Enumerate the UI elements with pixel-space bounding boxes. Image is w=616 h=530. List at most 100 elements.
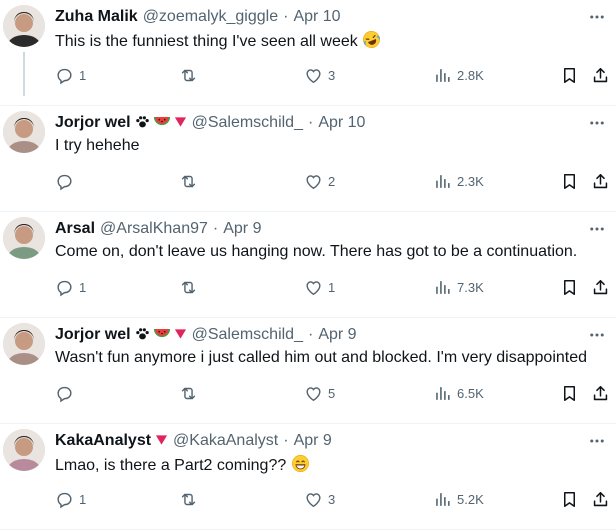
avatar[interactable]	[3, 217, 45, 259]
views-count: 5.2K	[457, 491, 484, 507]
views-count: 7.3K	[457, 279, 484, 295]
reply-tweet[interactable]: Arsal @ArsalKhan97 · Apr 9 Come on, don't le…	[0, 212, 616, 318]
reply-text: I try hehehe	[55, 137, 140, 154]
bookmark-icon	[560, 66, 579, 85]
action-bar: 1 3 5.2K	[55, 488, 608, 510]
paw-icon	[135, 327, 150, 344]
more-options-icon[interactable]	[588, 8, 606, 26]
post-date[interactable]: Apr 9	[294, 432, 332, 450]
like-count: 1	[328, 279, 336, 295]
user-handle[interactable]: @ArsalKhan97	[100, 220, 208, 238]
reply-icon	[55, 172, 74, 191]
avatar[interactable]	[3, 429, 45, 471]
name-badges	[135, 115, 187, 132]
repost-button[interactable]	[179, 488, 203, 510]
reply-button[interactable]: 1	[55, 488, 86, 510]
like-icon	[304, 172, 323, 191]
repost-button[interactable]	[179, 276, 203, 298]
user-handle[interactable]: @KakaAnalyst	[173, 432, 278, 450]
repost-button[interactable]	[179, 382, 203, 404]
views-button[interactable]: 2.3K	[433, 170, 484, 192]
views-icon	[433, 490, 452, 509]
reply-button[interactable]: 1	[55, 64, 86, 86]
like-count: 2	[328, 173, 336, 189]
user-handle[interactable]: @Salemschild_	[192, 114, 303, 132]
red-triangle-icon	[174, 116, 187, 131]
reply-tweet[interactable]: Jorjor wel @Salemschild_ · Apr 10 I try hehe…	[0, 106, 616, 212]
display-name[interactable]: Zuha Malik	[55, 8, 138, 26]
more-options-icon[interactable]	[588, 114, 606, 132]
bookmark-button[interactable]	[560, 170, 579, 192]
repost-icon	[179, 384, 198, 403]
display-name[interactable]: Jorjor wel	[55, 326, 131, 344]
share-icon	[591, 384, 610, 403]
post-date[interactable]: Apr 9	[318, 326, 356, 344]
share-button[interactable]	[591, 382, 610, 404]
share-icon	[591, 66, 610, 85]
post-date[interactable]: Apr 9	[223, 220, 261, 238]
bookmark-button[interactable]	[560, 488, 579, 510]
reply-text: This is the funniest thing I've seen all…	[55, 33, 358, 50]
post-date[interactable]: Apr 10	[293, 8, 340, 26]
like-icon	[304, 490, 323, 509]
reply-text-container: Lmao, is there a Part2 coming??	[55, 454, 610, 476]
views-icon	[433, 384, 452, 403]
display-name[interactable]: KakaAnalyst	[55, 432, 151, 450]
bookmark-button[interactable]	[560, 276, 579, 298]
rofl-emoji-icon	[362, 31, 381, 50]
more-options-icon[interactable]	[588, 220, 606, 238]
repost-button[interactable]	[179, 170, 203, 192]
repost-icon	[179, 278, 198, 297]
views-icon	[433, 278, 452, 297]
reply-icon	[55, 384, 74, 403]
reply-text-container: This is the funniest thing I've seen all…	[55, 30, 610, 52]
like-count: 3	[328, 491, 336, 507]
red-triangle-icon	[174, 328, 187, 343]
watermelon-icon	[153, 327, 171, 343]
separator-dot: ·	[307, 114, 314, 131]
share-button[interactable]	[591, 276, 610, 298]
bookmark-button[interactable]	[560, 382, 579, 404]
avatar[interactable]	[3, 111, 45, 153]
repost-icon	[179, 490, 198, 509]
like-button[interactable]: 3	[304, 488, 335, 510]
display-name[interactable]: Arsal	[55, 220, 95, 238]
views-icon	[433, 172, 452, 191]
views-button[interactable]: 7.3K	[433, 276, 484, 298]
avatar[interactable]	[3, 5, 45, 47]
user-handle[interactable]: @Salemschild_	[192, 326, 303, 344]
post-date[interactable]: Apr 10	[318, 114, 365, 132]
views-count: 2.8K	[457, 67, 484, 83]
more-options-icon[interactable]	[588, 326, 606, 344]
reply-header: Arsal @ArsalKhan97 · Apr 9	[55, 218, 580, 240]
views-button[interactable]: 6.5K	[433, 382, 484, 404]
bookmark-icon	[560, 384, 579, 403]
reply-button[interactable]	[55, 382, 79, 404]
name-badges	[155, 434, 168, 449]
reply-button[interactable]: 1	[55, 276, 86, 298]
user-handle[interactable]: @zoemalyk_giggle	[143, 8, 278, 26]
reply-header: Zuha Malik @zoemalyk_giggle · Apr 10	[55, 6, 580, 28]
bookmark-button[interactable]	[560, 64, 579, 86]
reply-tweet[interactable]: Zuha Malik @zoemalyk_giggle · Apr 10 This is…	[0, 0, 616, 106]
like-button[interactable]: 5	[304, 382, 335, 404]
reply-text: Wasn't fun anymore i just called him out…	[55, 349, 588, 366]
display-name[interactable]: Jorjor wel	[55, 114, 131, 132]
views-button[interactable]: 5.2K	[433, 488, 484, 510]
reply-tweet[interactable]: Jorjor wel @Salemschild_ · Apr 9 Wasn't fun …	[0, 318, 616, 424]
like-button[interactable]: 1	[304, 276, 335, 298]
like-button[interactable]: 2	[304, 170, 335, 192]
share-button[interactable]	[591, 170, 610, 192]
bookmark-icon	[560, 490, 579, 509]
more-options-icon[interactable]	[588, 432, 606, 450]
views-button[interactable]: 2.8K	[433, 64, 484, 86]
like-button[interactable]: 3	[304, 64, 335, 86]
repost-button[interactable]	[179, 64, 203, 86]
views-icon	[433, 66, 452, 85]
avatar[interactable]	[3, 323, 45, 365]
reply-text: Lmao, is there a Part2 coming??	[55, 457, 287, 474]
reply-tweet[interactable]: KakaAnalyst @KakaAnalyst · Apr 9 Lmao, is th…	[0, 424, 616, 530]
share-button[interactable]	[591, 64, 610, 86]
reply-button[interactable]	[55, 170, 79, 192]
share-button[interactable]	[591, 488, 610, 510]
